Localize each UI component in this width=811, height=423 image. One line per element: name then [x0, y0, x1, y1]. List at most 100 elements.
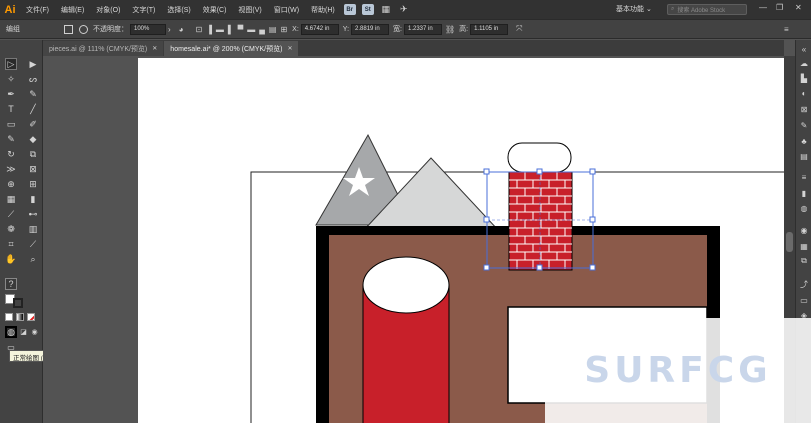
resize-handle[interactable]	[589, 216, 596, 223]
symbol-sprayer-tool-icon[interactable]: ❁	[5, 223, 17, 235]
stock-icon[interactable]: St	[361, 4, 374, 15]
bridge-icon[interactable]: Br	[343, 4, 356, 15]
direct-selection-tool-icon[interactable]: ▶	[27, 58, 39, 70]
draw-inside-icon[interactable]: ◉	[30, 326, 39, 338]
gradient-icon[interactable]: ▮	[799, 188, 809, 198]
gradient-mode-icon[interactable]	[16, 313, 24, 321]
artboard-tool-icon[interactable]: ⌗	[5, 238, 17, 250]
menu-window[interactable]: 窗口(W)	[268, 5, 305, 15]
paintbrush-tool-icon[interactable]: ✐	[27, 118, 39, 130]
maximize-icon[interactable]: ❐	[776, 3, 783, 12]
align-vcenter-icon[interactable]: ▬	[247, 25, 255, 34]
chimney-cap[interactable]	[507, 142, 572, 173]
height-field[interactable]: 1.1105 in	[470, 23, 509, 35]
resize-handle[interactable]	[536, 168, 543, 175]
line-tool-icon[interactable]: ╱	[27, 103, 39, 115]
menu-object[interactable]: 对象(O)	[90, 5, 126, 15]
stock-search-input[interactable]: ⌕ 搜索 Adobe Stock	[667, 4, 747, 15]
tab-pieces[interactable]: pieces.ai @ 111% (CMYK/预览) ✕	[43, 41, 164, 56]
blend-tool-icon[interactable]: ⊷	[27, 208, 39, 220]
stroke-swatch-icon[interactable]	[13, 298, 23, 308]
swatches-icon[interactable]: ⊠	[799, 104, 809, 114]
menu-view[interactable]: 视图(V)	[232, 5, 267, 15]
resize-handle[interactable]	[483, 168, 490, 175]
resize-handle[interactable]	[589, 168, 596, 175]
panel-menu-icon[interactable]: ≡	[784, 25, 789, 34]
close-icon[interactable]: ✕	[287, 45, 292, 52]
free-transform-tool-icon[interactable]: ⊠	[27, 163, 39, 175]
align-top-icon[interactable]: ▀	[238, 25, 244, 34]
cylinder-top[interactable]	[362, 256, 450, 314]
transform-panel-icon[interactable]: ⤧	[516, 24, 522, 34]
color-guide-icon[interactable]: ◐	[799, 88, 809, 98]
none-mode-icon[interactable]	[27, 313, 35, 321]
resize-handle[interactable]	[483, 264, 490, 271]
menu-type[interactable]: 文字(T)	[126, 5, 161, 15]
menu-help[interactable]: 帮助(H)	[305, 5, 341, 15]
more-tools-icon[interactable]: ?	[5, 278, 17, 290]
menu-effect[interactable]: 效果(C)	[197, 5, 233, 15]
graphic-styles-icon[interactable]: ▤	[799, 151, 809, 161]
y-field[interactable]: 2.8819 in	[351, 23, 390, 35]
align-to-icon[interactable]: ⊡	[196, 25, 203, 34]
pen-tool-icon[interactable]: ✒	[5, 88, 17, 100]
width-tool-icon[interactable]: ≫	[5, 163, 17, 175]
pathfinder-icon[interactable]: ⧉	[799, 256, 809, 266]
resize-handle[interactable]	[589, 264, 596, 271]
draw-behind-icon[interactable]: ◪	[19, 326, 28, 338]
hand-tool-icon[interactable]: ✋	[5, 253, 17, 265]
brushes-icon[interactable]: ✎	[799, 120, 809, 130]
link-proportions-icon[interactable]: ⛓	[445, 25, 455, 34]
align-hcenter-icon[interactable]: ▬	[216, 25, 224, 34]
collapse-panels-icon[interactable]: «	[799, 44, 809, 54]
distribute-icon[interactable]: ▤	[269, 25, 277, 34]
scale-tool-icon[interactable]: ⧉	[27, 148, 39, 160]
opacity-field[interactable]: 100%	[130, 23, 166, 35]
lasso-tool-icon[interactable]: ᔕ	[27, 73, 39, 85]
resize-handle[interactable]	[536, 264, 543, 271]
fill-stroke-swatches[interactable]	[5, 294, 29, 308]
width-field[interactable]: 1.2337 in	[403, 23, 442, 35]
gpu-performance-icon[interactable]: ✈	[398, 4, 410, 15]
transform-icon[interactable]: ⊞	[280, 25, 287, 34]
align-panel-icon[interactable]: ▦	[799, 241, 809, 251]
resize-handle[interactable]	[483, 216, 490, 223]
slice-tool-icon[interactable]: ⟋	[27, 238, 39, 250]
shaper-tool-icon[interactable]: ✎	[5, 133, 17, 145]
stroke-swatch-icon[interactable]	[64, 24, 73, 34]
transparency-icon[interactable]: ◍	[799, 203, 809, 213]
opacity-arrow-icon[interactable]: ›	[168, 25, 171, 34]
artboards-icon[interactable]: ▭	[799, 295, 809, 305]
appearance-icon[interactable]: ◉	[799, 225, 809, 235]
perspective-grid-tool-icon[interactable]: ▦	[5, 193, 17, 205]
menu-select[interactable]: 选择(S)	[161, 5, 196, 15]
align-left-icon[interactable]: ▐	[206, 25, 212, 34]
menu-file[interactable]: 文件(F)	[20, 5, 55, 15]
curvature-tool-icon[interactable]: ✎	[27, 88, 39, 100]
shape-builder-tool-icon[interactable]: ⊕	[5, 178, 17, 190]
arrange-grid-icon[interactable]: ▦	[380, 4, 392, 15]
zoom-tool-icon[interactable]: ⌕	[27, 253, 39, 265]
draw-normal-icon[interactable]: ◍	[5, 326, 17, 338]
align-right-icon[interactable]: ▌	[228, 25, 234, 34]
libraries-icon[interactable]: ☁	[799, 58, 809, 68]
align-bottom-icon[interactable]: ▄	[259, 25, 265, 34]
export-icon[interactable]: ⤴	[799, 279, 809, 289]
eyedropper-tool-icon[interactable]: ⟋	[5, 208, 17, 220]
symbols-icon[interactable]: ♣	[799, 136, 809, 146]
eraser-tool-icon[interactable]: ◆	[27, 133, 39, 145]
scroll-thumb[interactable]	[786, 232, 793, 252]
stroke-icon[interactable]: ≡	[799, 172, 809, 182]
live-paint-tool-icon[interactable]: ⊞	[27, 178, 39, 190]
rotate-tool-icon[interactable]: ↻	[5, 148, 17, 160]
minimize-icon[interactable]: —	[759, 3, 767, 12]
type-tool-icon[interactable]: T	[5, 103, 17, 115]
column-graph-tool-icon[interactable]: ▥	[27, 223, 39, 235]
tab-homesale[interactable]: homesale.ai* @ 200% (CMYK/预览) ✕	[164, 41, 299, 56]
workspace-switcher[interactable]: 基本功能 ⌄	[616, 4, 652, 14]
rectangle-tool-icon[interactable]: ▭	[5, 118, 17, 130]
close-icon[interactable]: ✕	[795, 3, 802, 12]
fill-swatch-icon[interactable]	[79, 24, 88, 34]
properties-icon[interactable]: ▙	[799, 73, 809, 83]
selection-tool-icon[interactable]: ▷	[5, 58, 17, 70]
